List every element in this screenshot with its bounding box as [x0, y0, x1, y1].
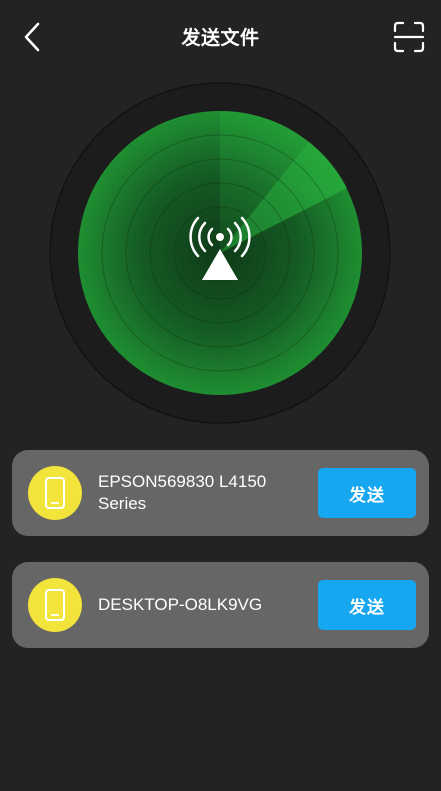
phone-icon — [45, 477, 65, 509]
device-item[interactable]: DESKTOP-O8LK9VG 发送 — [12, 562, 429, 648]
scan-button[interactable] — [391, 18, 427, 56]
phone-icon — [45, 589, 65, 621]
send-button[interactable]: 发送 — [318, 580, 416, 630]
device-avatar — [28, 466, 82, 520]
device-avatar — [28, 578, 82, 632]
device-name: DESKTOP-O8LK9VG — [98, 595, 263, 614]
header: 发送文件 — [0, 0, 441, 74]
send-button[interactable]: 发送 — [318, 468, 416, 518]
page-title: 发送文件 — [181, 27, 260, 49]
scan-frame-icon — [393, 21, 425, 53]
send-file-screen: 发送文件 EPSON569830 L4150 Series 发送 DESKTOP… — [0, 0, 441, 791]
device-item[interactable]: EPSON569830 L4150 Series 发送 — [12, 450, 429, 536]
device-name: EPSON569830 L4150 Series — [98, 472, 267, 513]
radar-scanner — [49, 82, 391, 424]
